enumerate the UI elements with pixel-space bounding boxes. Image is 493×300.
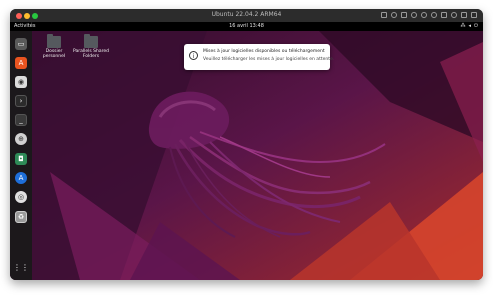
window-titlebar[interactable]: Ubuntu 22.04.2 ARM64	[10, 9, 483, 22]
help-icon[interactable]: ⊕	[15, 133, 27, 145]
software-icon[interactable]: A	[15, 57, 27, 69]
titlebar-toolbar	[381, 12, 477, 18]
power-icon[interactable]: ⏻	[474, 23, 478, 29]
folder-icon	[47, 34, 61, 48]
system-tray[interactable]: ⁂ ◂ ⏻	[461, 23, 478, 29]
appstore-icon[interactable]: A	[15, 172, 27, 184]
desktop-icon-parallels[interactable]: Parallels Shared Folders	[73, 34, 110, 59]
network-status-icon[interactable]: ⁂	[461, 23, 466, 29]
grid-icon[interactable]: ⋮⋮	[13, 261, 29, 273]
device-icon[interactable]	[401, 12, 407, 18]
trash-icon[interactable]: ♻	[15, 211, 27, 223]
usb-icon[interactable]	[431, 12, 437, 18]
files-icon[interactable]: ▭	[15, 38, 27, 50]
camera-icon[interactable]: ◘	[15, 153, 27, 165]
cd-icon[interactable]	[411, 12, 417, 18]
desktop-icon-label: Parallels Shared Folders	[73, 49, 110, 59]
network-icon[interactable]	[421, 12, 427, 18]
shared-folder-icon[interactable]	[471, 12, 477, 18]
notification-body: Veuillez télécharger les mises à jour lo…	[203, 57, 335, 62]
vm-window: Ubuntu 22.04.2 ARM64 Activités 16 avril …	[10, 9, 483, 280]
terminal-alt-icon[interactable]: _	[15, 114, 27, 126]
folder-icon	[84, 34, 98, 48]
volume-icon[interactable]: ◂	[469, 23, 472, 29]
terminal-icon[interactable]: ›	[15, 95, 27, 107]
disc-icon[interactable]: ◎	[15, 191, 27, 203]
desktop-icon-label: Dossier personnel	[42, 49, 66, 59]
ubuntu-desktop: Activités 16 avril 13:48 ⁂ ◂ ⏻ ▭ A ◉ › _…	[10, 22, 483, 280]
notification-title: Mises à jour logicielles disponibles ou …	[203, 49, 325, 54]
microphone-icon[interactable]	[441, 12, 447, 18]
keyboard-icon[interactable]	[381, 12, 387, 18]
clock[interactable]: 16 avril 13:48	[10, 23, 483, 29]
update-notification[interactable]: i Mises à jour logicielles disponibles o…	[184, 44, 334, 70]
dock: ▭ A ◉ › _ ⊕ ◘ A ◎ ♻ ⋮⋮	[10, 31, 32, 280]
disk-icon[interactable]: ◉	[15, 76, 27, 88]
gnome-top-bar: Activités 16 avril 13:48 ⁂ ◂ ⏻	[10, 22, 483, 31]
desktop-icon-home[interactable]: Dossier personnel	[36, 34, 72, 59]
printer-icon[interactable]	[461, 12, 467, 18]
camera-toolbar-icon[interactable]	[451, 12, 457, 18]
settings-icon[interactable]	[391, 12, 397, 18]
info-icon: i	[189, 51, 198, 60]
